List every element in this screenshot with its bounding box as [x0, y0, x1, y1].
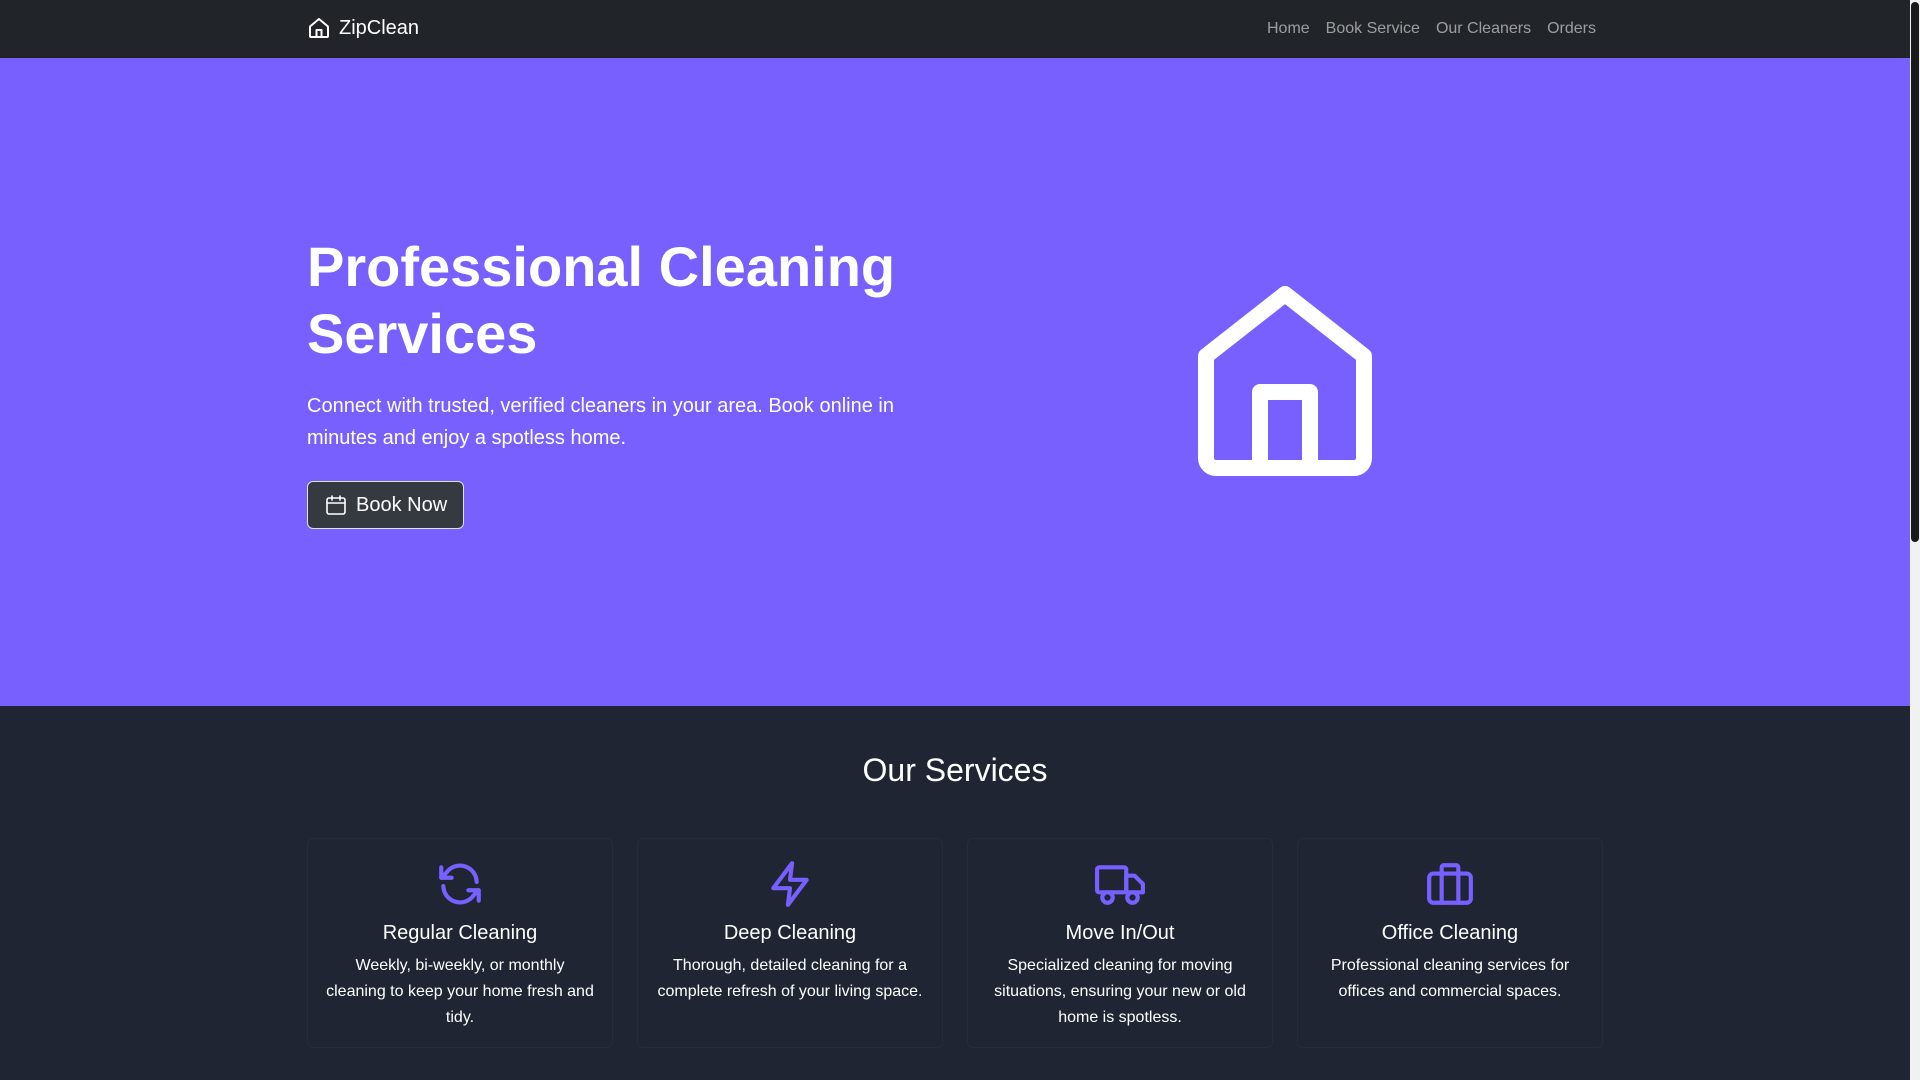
service-card-deep: Deep Cleaning Thorough, detailed cleanin… [637, 838, 943, 1048]
hero-house-icon [1198, 286, 1372, 476]
nav-links: Home Book Service Our Cleaners Orders [1267, 19, 1596, 38]
service-description: Specialized cleaning for moving situatio… [994, 957, 1246, 1026]
brand-name: ZipClean [339, 16, 420, 39]
service-title: Office Cleaning [1381, 922, 1519, 944]
service-description: Professional cleaning services for offic… [1330, 957, 1570, 1000]
book-now-label: Book Now [356, 493, 448, 516]
hero-subtitle: Connect with trusted, verified cleaners … [307, 395, 894, 449]
service-description: Weekly, bi-weekly, or monthly cleaning t… [326, 957, 594, 1026]
lightning-icon [771, 861, 809, 907]
briefcase-icon [1427, 863, 1473, 905]
house-icon [309, 18, 329, 38]
nav-book-service-link[interactable]: Book Service [1326, 19, 1420, 38]
service-card-office: Office Cleaning Professional cleaning se… [1297, 838, 1603, 1048]
brand-link[interactable]: ZipClean [307, 16, 419, 40]
service-card-move: Move In/Out Specialized cleaning for mov… [967, 838, 1273, 1048]
scrollbar-thumb[interactable] [1911, 2, 1919, 542]
navbar: ZipClean Home Book Service Our Cleaners … [0, 0, 1910, 58]
service-title: Regular Cleaning [382, 922, 538, 944]
services-heading: Our Services [862, 752, 1048, 788]
scrollbar[interactable] [1910, 0, 1920, 1080]
truck-icon [1095, 865, 1145, 905]
service-description: Thorough, detailed cleaning for a comple… [657, 957, 923, 1000]
nav-home-link[interactable]: Home [1267, 19, 1310, 38]
service-title: Deep Cleaning [723, 922, 857, 944]
refresh-icon [439, 863, 481, 905]
service-title: Move In/Out [1065, 922, 1175, 944]
nav-our-cleaners-link[interactable]: Our Cleaners [1436, 19, 1531, 38]
book-now-button[interactable]: Book Now [307, 481, 465, 529]
service-card-regular: Regular Cleaning Weekly, bi-weekly, or m… [307, 838, 613, 1048]
hero-title: Professional Cleaning Services [307, 235, 896, 365]
services-cards: Regular Cleaning Weekly, bi-weekly, or m… [307, 838, 1603, 1048]
hero-section: Professional Cleaning Services Connect w… [0, 58, 1910, 706]
calendar-icon [326, 495, 346, 515]
nav-orders-link[interactable]: Orders [1547, 19, 1596, 38]
